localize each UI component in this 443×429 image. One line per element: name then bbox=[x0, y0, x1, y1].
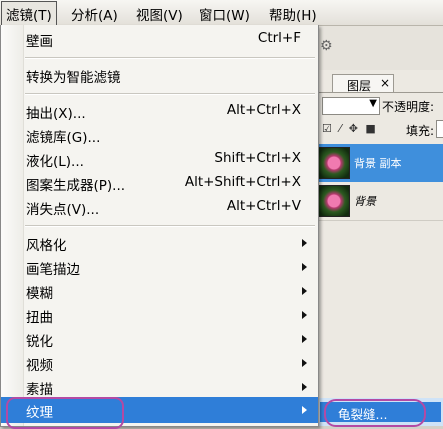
layer-thumbnail bbox=[318, 185, 350, 217]
menu-item-brush-strokes[interactable]: 画笔描边 bbox=[1, 255, 318, 279]
options-bar: ⚙ bbox=[318, 26, 443, 71]
menu-item-sharpen[interactable]: 锐化 bbox=[1, 327, 318, 351]
menu-item-last-filter[interactable]: 壁画 Ctrl+F bbox=[1, 27, 318, 51]
menu-item-label: 模糊 bbox=[26, 286, 53, 302]
menu-item-shortcut: Ctrl+F bbox=[257, 30, 301, 46]
layer-name: 背景 bbox=[354, 195, 376, 208]
submenu-arrow-icon bbox=[302, 406, 307, 414]
tab-divider bbox=[318, 92, 443, 93]
filter-menu: 壁画 Ctrl+F 转换为智能滤镜 抽出(X)... Alt+Ctrl+X 滤镜… bbox=[0, 25, 319, 427]
menu-analysis[interactable]: 分析(A) bbox=[71, 4, 118, 24]
menu-view[interactable]: 视图(V) bbox=[136, 4, 183, 24]
menu-item-label: 转换为智能滤镜 bbox=[26, 70, 121, 86]
menu-window[interactable]: 窗口(W) bbox=[199, 4, 250, 24]
layers-panel: 图层 × ▼ 不透明度: ☑ ⁄ ✥ ■ 填充: 背景 副本 背景 bbox=[318, 70, 443, 426]
submenu-arrow-icon bbox=[302, 311, 307, 319]
lock-icons[interactable]: ☑ ⁄ ✥ ■ bbox=[322, 122, 378, 135]
menu-item-stylize[interactable]: 风格化 bbox=[1, 231, 318, 255]
layer-thumbnail bbox=[318, 147, 350, 179]
menu-item-distort[interactable]: 扭曲 bbox=[1, 303, 318, 327]
menu-separator bbox=[25, 225, 315, 227]
submenu-arrow-icon bbox=[302, 239, 307, 247]
fill-label: 填充: bbox=[406, 124, 435, 138]
menu-item-smart-filter[interactable]: 转换为智能滤镜 bbox=[1, 63, 318, 87]
menu-item-shortcut: Shift+Ctrl+X bbox=[214, 150, 301, 166]
menu-item-label: 消失点(V)... bbox=[26, 202, 100, 218]
menu-item-label: 滤镜库(G)... bbox=[26, 130, 101, 146]
menu-item-label: 壁画 bbox=[26, 34, 53, 50]
opacity-label: 不透明度: bbox=[382, 100, 435, 114]
menubar: 滤镜(T) 分析(A) 视图(V) 窗口(W) 帮助(H) bbox=[0, 0, 443, 27]
menu-item-shortcut: Alt+Ctrl+X bbox=[226, 102, 301, 118]
menu-item-label: 锐化 bbox=[26, 334, 53, 350]
menu-help[interactable]: 帮助(H) bbox=[269, 4, 317, 24]
submenu-arrow-icon bbox=[302, 263, 307, 271]
menu-item-label: 抽出(X)... bbox=[26, 106, 86, 122]
menu-item-vanishing-point[interactable]: 消失点(V)... Alt+Ctrl+V bbox=[1, 195, 318, 219]
submenu-arrow-icon bbox=[302, 335, 307, 343]
fill-input[interactable] bbox=[436, 120, 443, 138]
menu-item-label: 液化(L)... bbox=[26, 154, 84, 170]
blend-mode-select[interactable]: ▼ bbox=[322, 97, 380, 115]
menu-item-label: 扭曲 bbox=[26, 310, 53, 326]
chevron-down-icon: ▼ bbox=[369, 98, 377, 109]
menu-filter[interactable]: 滤镜(T) bbox=[1, 1, 57, 27]
menu-item-label: 素描 bbox=[26, 382, 53, 398]
layer-name: 背景 副本 bbox=[354, 157, 402, 170]
menu-separator bbox=[25, 57, 315, 59]
menu-item-video[interactable]: 视频 bbox=[1, 351, 318, 375]
menu-item-extract[interactable]: 抽出(X)... Alt+Ctrl+X bbox=[1, 99, 318, 123]
menu-item-label: 视频 bbox=[26, 358, 53, 374]
submenu-arrow-icon bbox=[302, 287, 307, 295]
menu-item-liquify[interactable]: 液化(L)... Shift+Ctrl+X bbox=[1, 147, 318, 171]
menu-item-filter-gallery[interactable]: 滤镜库(G)... bbox=[1, 123, 318, 147]
layer-row-copy[interactable]: 背景 副本 bbox=[318, 144, 443, 183]
submenu-arrow-icon bbox=[302, 383, 307, 391]
menu-item-label: 画笔描边 bbox=[26, 262, 80, 278]
menu-item-label: 风格化 bbox=[26, 238, 67, 254]
submenu-arrow-icon bbox=[302, 359, 307, 367]
gear-icon[interactable]: ⚙ bbox=[320, 38, 333, 54]
menu-item-shortcut: Alt+Ctrl+V bbox=[226, 198, 301, 214]
menu-item-label: 图案生成器(P)... bbox=[26, 178, 126, 194]
menu-item-blur[interactable]: 模糊 bbox=[1, 279, 318, 303]
tab-layers[interactable]: 图层 × bbox=[332, 74, 394, 93]
menu-item-shortcut: Alt+Shift+Ctrl+X bbox=[184, 174, 301, 190]
layer-row-background[interactable]: 背景 bbox=[318, 182, 443, 221]
menu-separator bbox=[25, 93, 315, 95]
menu-item-pattern-maker[interactable]: 图案生成器(P)... Alt+Shift+Ctrl+X bbox=[1, 171, 318, 195]
annotation-oval bbox=[6, 397, 124, 429]
close-icon[interactable]: × bbox=[380, 76, 390, 90]
menu-item-sketch[interactable]: 素描 bbox=[1, 375, 318, 399]
annotation-oval bbox=[324, 399, 426, 427]
